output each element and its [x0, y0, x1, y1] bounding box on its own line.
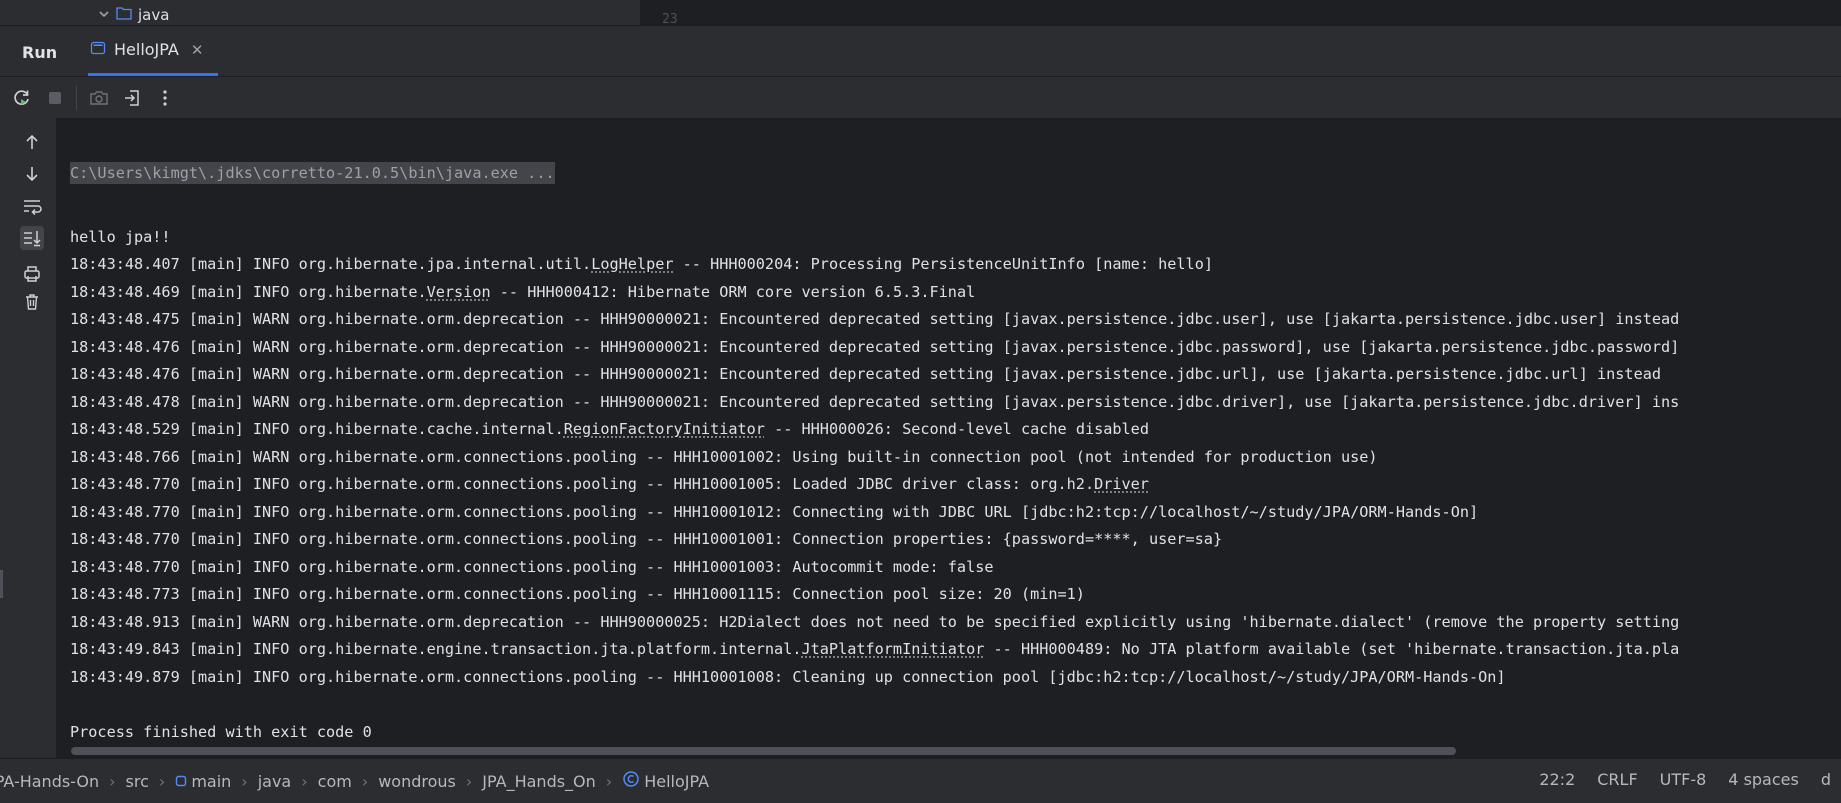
chevron-right-icon: ›: [465, 771, 473, 791]
chevron-right-icon: ›: [109, 771, 116, 791]
chevron-right-icon: ›: [158, 771, 166, 791]
console-text: 18:43:48.529 [main] INFO org.hibernate.c…: [70, 420, 564, 438]
console-text: -- HHH000412: Hibernate ORM core version…: [490, 282, 976, 301]
breadcrumb-item[interactable]: com: [318, 772, 352, 791]
console-line: 18:43:48.407 [main] INFO org.hibernate.j…: [70, 251, 1679, 279]
chevron-right-icon: ›: [361, 771, 369, 791]
console-line: Process finished with exit code 0: [70, 722, 372, 741]
breadcrumb-item[interactable]: wondrous: [378, 772, 456, 791]
console-line: 18:43:49.843 [main] INFO org.hibernate.e…: [70, 636, 1679, 664]
file-encoding[interactable]: UTF-8: [1660, 770, 1707, 789]
trash-icon[interactable]: [20, 290, 44, 314]
class-link[interactable]: Version: [427, 283, 491, 301]
horizontal-scrollbar[interactable]: [71, 747, 1456, 755]
indent-setting[interactable]: 4 spaces: [1728, 770, 1799, 789]
breadcrumb-label: java: [257, 771, 292, 791]
console-text: 18:43:48.770 [main] INFO org.hibernate.o…: [70, 475, 1095, 493]
folder-icon: [116, 6, 132, 24]
console-line: 18:43:48.478 [main] WARN org.hibernate.o…: [70, 392, 1680, 411]
console-text: -- HHH000204: Processing PersistenceUnit…: [673, 255, 1213, 273]
chevron-down-icon[interactable]: [98, 6, 110, 24]
run-tool-window-header: Run HelloJPA ✕: [0, 26, 1841, 77]
console-line: 18:43:48.770 [main] INFO org.hibernate.o…: [70, 502, 1479, 521]
top-strip: java 23: [0, 0, 1841, 27]
breadcrumb-item[interactable]: src: [126, 772, 149, 791]
run-config-icon: [90, 40, 106, 60]
breadcrumb-label: JPA-Hands-On: [0, 771, 100, 791]
left-edge-marker: [0, 570, 3, 598]
status-bar: JPA-Hands-On › src › main › java › com › wondrous ›…: [0, 758, 1841, 803]
run-panel-title: Run: [22, 43, 58, 62]
breadcrumb-item[interactable]: main: [175, 772, 231, 791]
class-link[interactable]: RegionFactoryInitiator: [564, 420, 765, 438]
module-icon: [175, 772, 187, 791]
console-line: 18:43:48.773 [main] INFO org.hibernate.o…: [70, 585, 1085, 603]
breadcrumb-item[interactable]: JPA_Hands_On: [482, 772, 596, 791]
line-separator[interactable]: CRLF: [1597, 770, 1637, 789]
extra-status-icon[interactable]: d: [1821, 770, 1831, 789]
breadcrumb-label: JPA_Hands_On: [482, 771, 596, 791]
stop-icon[interactable]: [44, 87, 66, 109]
breadcrumb: JPA-Hands-On › src › main › java › com › wondrous ›…: [0, 770, 709, 792]
soft-wrap-icon[interactable]: [20, 194, 44, 218]
class-link[interactable]: Driver: [1094, 475, 1149, 493]
tree-node-label: java: [138, 6, 170, 24]
chevron-right-icon: ›: [301, 771, 308, 791]
breadcrumb-item[interactable]: java: [258, 772, 292, 791]
print-icon[interactable]: [20, 262, 44, 286]
console-line: 18:43:48.476 [main] WARN org.hibernate.o…: [70, 365, 1661, 383]
console-text: 18:43:48.469 [main] INFO org.hibernate.: [70, 282, 427, 301]
console-line: 18:43:48.770 [main] INFO org.hibernate.o…: [70, 471, 1679, 499]
console-line: 18:43:48.475 [main] WARN org.hibernate.o…: [70, 310, 1680, 328]
console-text: 18:43:48.407 [main] INFO org.hibernate.j…: [70, 255, 592, 273]
editor-area[interactable]: [640, 0, 1841, 25]
arrow-up-icon[interactable]: [20, 130, 44, 154]
console-side-toolbar: [0, 118, 57, 758]
console-text: -- HHH000026: Second-level cache disable…: [764, 420, 1149, 438]
console-output[interactable]: C:\Users\kimgt\.jdks\corretto-21.0.5\bin…: [57, 118, 1841, 758]
chevron-right-icon: ›: [605, 771, 613, 791]
class-icon: [622, 770, 640, 792]
project-tree-node[interactable]: java: [98, 6, 169, 24]
command-line[interactable]: C:\Users\kimgt\.jdks\corretto-21.0.5\bin…: [70, 162, 555, 184]
rerun-icon[interactable]: [11, 87, 33, 109]
close-icon[interactable]: ✕: [191, 41, 204, 59]
console-line: 18:43:48.476 [main] WARN org.hibernate.o…: [70, 337, 1680, 356]
breadcrumb-item[interactable]: HelloJPA: [622, 770, 709, 792]
run-toolbar: [0, 77, 1841, 118]
arrow-down-icon[interactable]: [20, 162, 44, 186]
camera-icon[interactable]: [88, 87, 110, 109]
toolbar-separator: [76, 85, 77, 110]
caret-position[interactable]: 22:2: [1539, 770, 1575, 789]
console-line: 18:43:48.469 [main] INFO org.hibernate.V…: [70, 279, 1679, 307]
tab-hellojpa[interactable]: HelloJPA ✕: [88, 26, 218, 76]
console-line: 18:43:48.913 [main] WARN org.hibernate.o…: [70, 612, 1680, 631]
scroll-to-end-icon[interactable]: [20, 226, 44, 250]
console-line: hello jpa!!: [70, 227, 171, 246]
console-text: -- HHH000489: No JTA platform available …: [984, 640, 1680, 658]
console-line: 18:43:48.770 [main] INFO org.hibernate.o…: [70, 530, 1223, 548]
breadcrumb-label: src: [125, 771, 149, 791]
breadcrumb-item[interactable]: JPA-Hands-On: [0, 772, 99, 791]
console-line: 18:43:48.770 [main] INFO org.hibernate.o…: [70, 557, 994, 576]
breadcrumb-label: HelloJPA: [644, 771, 710, 791]
exit-icon[interactable]: [121, 87, 143, 109]
breadcrumb-label: com: [317, 771, 352, 791]
editor-line-number: 23: [662, 12, 678, 27]
console-line: 18:43:49.879 [main] INFO org.hibernate.o…: [70, 667, 1506, 686]
more-icon[interactable]: [154, 87, 176, 109]
console-line: 18:43:48.529 [main] INFO org.hibernate.c…: [70, 416, 1679, 444]
breadcrumb-label: main: [191, 771, 232, 791]
class-link[interactable]: JtaPlatformInitiator: [802, 640, 985, 658]
console-text: 18:43:49.843 [main] INFO org.hibernate.e…: [70, 640, 802, 658]
chevron-right-icon: ›: [241, 771, 248, 791]
console-line: 18:43:48.766 [main] WARN org.hibernate.o…: [70, 447, 1378, 466]
tab-label: HelloJPA: [114, 40, 179, 59]
console-lines: C:\Users\kimgt\.jdks\corretto-21.0.5\bin…: [70, 124, 1679, 746]
breadcrumb-label: wondrous: [378, 771, 456, 791]
class-link[interactable]: LogHelper: [591, 255, 673, 273]
